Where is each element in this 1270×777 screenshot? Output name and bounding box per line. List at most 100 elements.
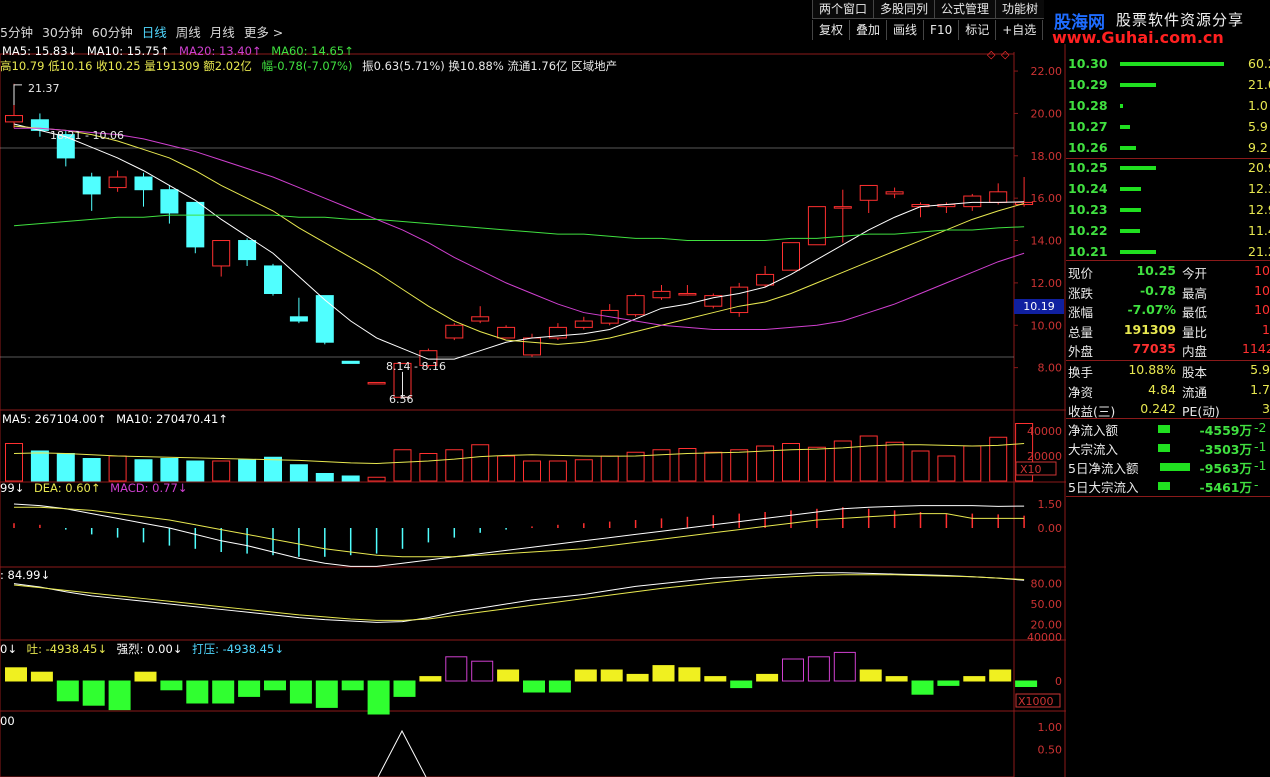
candle-body bbox=[264, 265, 282, 294]
fund-row: 净资 4.84 流通 1.7 bbox=[1066, 382, 1270, 401]
book-volume-bar bbox=[1120, 62, 1224, 66]
flow-bar bbox=[911, 680, 934, 695]
kdj-tick-label: 20.00 bbox=[1031, 618, 1063, 631]
top-menu: 两个窗口 多股同列 公式管理 功能树 bbox=[812, 0, 1045, 19]
quote-label: 涨跌 bbox=[1068, 285, 1094, 301]
menu-item-0[interactable]: 两个窗口 bbox=[812, 0, 874, 19]
flow-bar bbox=[989, 669, 1012, 682]
annotation-pointer bbox=[13, 84, 22, 105]
flow-bar bbox=[885, 676, 908, 682]
candle-body bbox=[5, 115, 23, 123]
flow-bar bbox=[367, 680, 390, 715]
menu-item-1[interactable]: 多股同列 bbox=[873, 0, 935, 19]
flow-value: -4559万 bbox=[1199, 423, 1252, 438]
book-volume-bar bbox=[1120, 146, 1136, 150]
volume-bar bbox=[341, 475, 360, 482]
logo-slogan: 股票软件资源分享 bbox=[1116, 11, 1245, 29]
fund-label: 流通 bbox=[1182, 384, 1208, 400]
period-tab-4[interactable]: 周线 bbox=[176, 22, 201, 40]
fund-row: 换手 10.88% 股本 5.9 bbox=[1066, 362, 1270, 381]
menu-item-2[interactable]: 公式管理 bbox=[934, 0, 996, 19]
menu-item-3[interactable]: 功能树 bbox=[995, 0, 1045, 19]
quote-value: 77035 bbox=[1132, 341, 1177, 356]
candle-body bbox=[497, 326, 516, 339]
book-volume: 12.9 bbox=[1248, 202, 1270, 217]
bottom-tick-label: 1.00 bbox=[1038, 721, 1063, 734]
book-volume-bar bbox=[1120, 166, 1157, 170]
flow-bar bbox=[497, 669, 520, 682]
volume-legend: MA5: 267104.00↑ MA10: 270470.41↑ bbox=[2, 412, 234, 426]
volume-bar bbox=[186, 460, 205, 482]
period-tab-2[interactable]: 60分钟 bbox=[92, 22, 133, 40]
legend-item: MA5: 267104.00↑ bbox=[2, 412, 111, 426]
macd-tick-label: 1.50 bbox=[1038, 498, 1063, 511]
toolbar-button-3[interactable]: F10 bbox=[923, 20, 958, 40]
current-price-tag: 10.19 bbox=[1014, 299, 1064, 314]
book-price: 10.27 bbox=[1068, 119, 1108, 134]
macd-legend: 99↓ DEA: 0.60↑ MACD: 0.77↓ bbox=[0, 481, 193, 495]
book-price: 10.24 bbox=[1068, 181, 1108, 196]
flow-bar bbox=[264, 680, 286, 691]
legend-item: 幅-0.78(-7.07%) bbox=[261, 59, 357, 73]
volume-bar bbox=[807, 446, 826, 482]
toolbar-button-2[interactable]: 画线 bbox=[886, 20, 923, 40]
signal-triangle bbox=[377, 729, 427, 777]
quote-label: 量比 bbox=[1182, 324, 1208, 340]
candle-body bbox=[367, 381, 386, 385]
volume-bar bbox=[134, 459, 153, 482]
volume-bar bbox=[989, 436, 1008, 482]
flow-value: -3503万 bbox=[1199, 442, 1252, 457]
legend-item: 吐: -4938.45↓ bbox=[26, 642, 111, 656]
bottom-tick-label: 0.50 bbox=[1038, 744, 1063, 757]
volume-bar bbox=[626, 451, 645, 482]
candle-body bbox=[730, 286, 749, 314]
candle-body bbox=[315, 295, 334, 343]
quote-value: -7.07% bbox=[1127, 302, 1176, 317]
price-tick-label: 14.00 bbox=[1031, 235, 1063, 248]
bid-row: 10.22 11.4 bbox=[1066, 223, 1270, 242]
toolbar-button-5[interactable]: +自选 bbox=[995, 20, 1042, 40]
flow-bar bbox=[963, 676, 986, 682]
flow-bar bbox=[704, 676, 727, 682]
volume-bar bbox=[885, 441, 904, 482]
marker-icon: ◇ bbox=[1001, 48, 1010, 61]
period-tab-3[interactable]: 日线 bbox=[142, 22, 167, 40]
book-volume: 60.2 bbox=[1248, 56, 1270, 71]
flow-row: 5日净流入额 -9563万 -1 bbox=[1066, 458, 1270, 477]
flow-bar bbox=[1015, 680, 1038, 687]
period-tab-5[interactable]: 月线 bbox=[210, 22, 235, 40]
site-logo: 股海网 股票软件资源分享 www.Guhai.com.cn bbox=[1048, 4, 1270, 47]
kline-chart[interactable]: 22.00 20.00 18.00 16.00 14.00 12.00 10.00 8.00 2… bbox=[0, 44, 1066, 777]
volume-bar bbox=[704, 451, 723, 482]
flow-value: -9563万 bbox=[1199, 461, 1252, 476]
toolbar-button-4[interactable]: 标记 bbox=[958, 20, 995, 40]
toolbar-button-1[interactable]: 叠加 bbox=[849, 20, 886, 40]
period-tab-0[interactable]: 5分钟 bbox=[0, 22, 33, 40]
candle-body bbox=[963, 195, 982, 208]
candle-body bbox=[756, 273, 775, 286]
legend-item: 99↓ bbox=[0, 481, 28, 495]
volume-bar bbox=[30, 450, 49, 482]
marker-icon: ◇ bbox=[987, 48, 996, 61]
flow-bar bbox=[108, 680, 131, 711]
flow-row: 净流入额 -4559万 -2 bbox=[1066, 420, 1270, 439]
book-volume-bar bbox=[1120, 104, 1123, 108]
quote-value: 10.25 bbox=[1136, 263, 1176, 278]
book-volume: 5.9 bbox=[1248, 119, 1268, 134]
volume-bar bbox=[289, 464, 308, 482]
book-price: 10.29 bbox=[1068, 77, 1108, 92]
volume-bar bbox=[963, 445, 982, 482]
volume-bar bbox=[82, 458, 101, 482]
fund-value: 5.9 bbox=[1250, 362, 1270, 377]
quote-value: 1142 bbox=[1242, 341, 1270, 356]
kdj-tick-label: 50.00 bbox=[1031, 598, 1063, 611]
period-tab-1[interactable]: 30分钟 bbox=[42, 22, 83, 40]
flow-bar bbox=[82, 680, 105, 706]
toolbar-button-0[interactable]: 复权 bbox=[812, 20, 849, 40]
period-tab-6[interactable]: 更多 > bbox=[244, 22, 283, 40]
dea-line bbox=[14, 506, 1025, 558]
flow-tick-label: 40000 bbox=[1027, 631, 1062, 644]
candle-body bbox=[238, 240, 257, 261]
volume-bar bbox=[238, 459, 257, 482]
price-info-line: 高10.79 低10.16 收10.25 量191309 额2.02亿 幅-0.… bbox=[0, 58, 623, 74]
